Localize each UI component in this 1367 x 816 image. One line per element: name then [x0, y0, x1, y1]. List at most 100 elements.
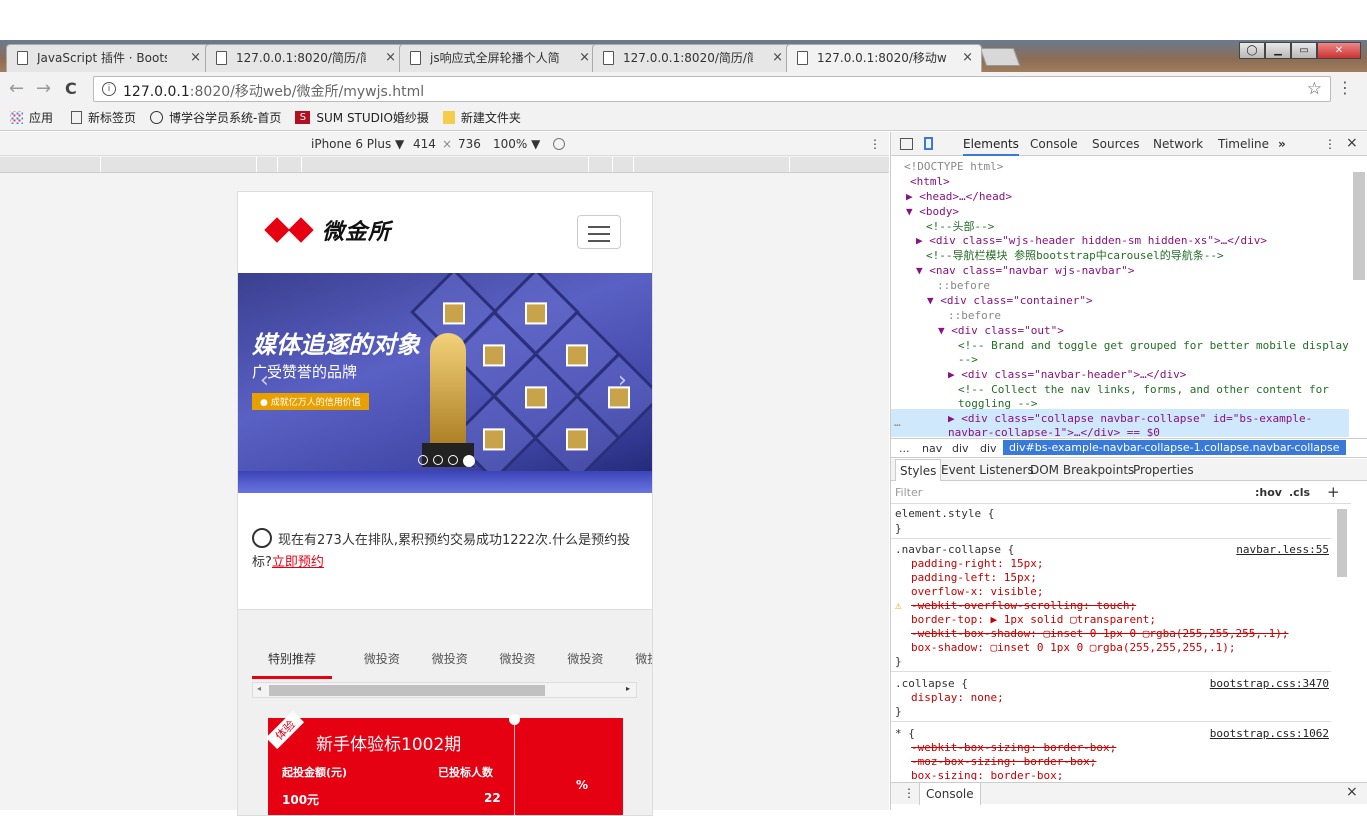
tab-microinvest[interactable]: 微投资	[500, 650, 536, 676]
dom-line[interactable]: toggling -->	[958, 396, 1037, 411]
address-bar[interactable]: i 127.0.0.1:8020/移动web/微金所/mywjs.html ☆	[93, 76, 1331, 102]
tab-microinvest[interactable]: 微投资	[567, 650, 603, 676]
browser-tab[interactable]: JavaScript 插件 · Bootst ×	[6, 44, 210, 72]
cls-toggle[interactable]: .cls	[1289, 486, 1310, 499]
console-menu-icon[interactable]: ⋮	[903, 786, 915, 800]
device-height[interactable]: 736	[458, 137, 481, 151]
bookmark-boxuegu[interactable]: 博学谷学员系统-首页	[150, 109, 281, 126]
rotate-icon[interactable]	[553, 138, 565, 150]
console-close-icon[interactable]: ×	[1346, 784, 1358, 800]
dom-line[interactable]: ▼ <body>	[906, 204, 959, 219]
dom-line[interactable]: ▼ <div class="out">	[938, 323, 1064, 338]
ruler-segment[interactable]	[633, 157, 634, 172]
css-declaration[interactable]: overflow-x: visible;	[911, 585, 1043, 599]
filter-input[interactable]: Filter	[895, 486, 922, 499]
browser-menu-icon[interactable]: ⋮	[1337, 78, 1353, 97]
carousel-next-icon[interactable]: ›	[618, 368, 627, 393]
device-width[interactable]: 414	[413, 137, 436, 151]
close-tab-icon[interactable]: ×	[772, 45, 783, 71]
close-tab-icon[interactable]: ×	[190, 45, 201, 71]
carousel-dot[interactable]	[418, 455, 428, 465]
dom-line[interactable]: <!-- Collect the nav links, forms, and o…	[958, 382, 1329, 397]
device-more-icon[interactable]: ⋮	[869, 137, 881, 151]
browser-tab[interactable]: 127.0.0.1:8020/简历/简... ×	[205, 44, 405, 72]
dom-line[interactable]: -->	[958, 352, 978, 367]
carousel-dot[interactable]	[433, 455, 443, 465]
ruler-segment[interactable]	[789, 157, 790, 172]
inspect-icon[interactable]	[900, 138, 913, 150]
carousel-prev-icon[interactable]: ‹	[260, 368, 269, 393]
scroll-left-icon[interactable]: ◂	[257, 684, 261, 693]
tab-microinvest[interactable]: 微投资	[364, 650, 400, 676]
css-declaration[interactable]: padding-left: 15px;	[911, 571, 1037, 585]
hov-toggle[interactable]: :hov	[1255, 486, 1282, 499]
css-declaration[interactable]: border-top: ▶ 1px solid ▢transparent;	[911, 613, 1156, 627]
close-tab-icon[interactable]: ×	[385, 45, 396, 71]
dom-line-selected[interactable]: navbar-collapse-1">…</div> == $0	[948, 425, 1160, 437]
scrollbar-thumb[interactable]	[269, 685, 545, 696]
dom-line[interactable]: <!DOCTYPE html>	[904, 159, 1003, 174]
back-icon[interactable]: ←	[9, 78, 24, 99]
dom-line[interactable]: ::before	[937, 278, 990, 293]
dom-line[interactable]: <!--头部-->	[926, 219, 994, 234]
styles-scrollbar[interactable]	[1337, 509, 1347, 577]
tab-microinvest[interactable]: 微投	[635, 650, 652, 676]
css-declaration-overridden[interactable]: -webkit-overflow-scrolling: touch;	[911, 599, 1136, 613]
rule-selector[interactable]: .collapse {	[895, 677, 968, 691]
breadcrumb-item-selected[interactable]: div#bs-example-navbar-collapse-1.collaps…	[1003, 440, 1346, 455]
carousel-dot-active[interactable]	[463, 455, 475, 467]
carousel-dot[interactable]	[448, 455, 458, 465]
close-tab-icon[interactable]: ×	[579, 45, 590, 71]
css-declaration[interactable]: box-shadow: ▢inset 0 1px 0 ▢rgba(255,255…	[911, 641, 1236, 655]
user-icon[interactable]: ◯	[1239, 42, 1265, 59]
info-icon[interactable]: i	[102, 82, 116, 96]
ruler-segment[interactable]	[256, 157, 257, 172]
css-declaration-overridden[interactable]: -webkit-box-shadow: ▢inset 0 1px 0 ▢rgba…	[911, 627, 1289, 641]
tab-console[interactable]: Console	[1030, 137, 1078, 151]
css-declaration[interactable]: box-sizing: border-box;	[911, 769, 1063, 780]
tab-special[interactable]: 特别推荐	[252, 650, 333, 679]
css-declaration-overridden[interactable]: -webkit-box-sizing: border-box;	[911, 741, 1116, 755]
dom-scrollbar[interactable]	[1353, 172, 1365, 280]
tab-event-listeners[interactable]: Event Listeners	[941, 463, 1034, 477]
dom-line[interactable]: <!-- Brand and toggle get grouped for be…	[958, 338, 1349, 353]
tab-elements[interactable]: Elements	[963, 137, 1019, 156]
product-card[interactable]: 体验 新手体验标1002期 起投金额(元) 已投标人数 100元 22 %	[265, 710, 623, 815]
ruler-segment[interactable]	[612, 157, 613, 172]
navbar-toggle-button[interactable]	[577, 215, 621, 249]
dom-line[interactable]: ▶ <head>…</head>	[906, 189, 1012, 204]
bookmark-apps[interactable]: 应用	[10, 109, 53, 126]
ruler-segment[interactable]	[100, 157, 101, 172]
browser-tab[interactable]: 127.0.0.1:8020/简历/简... ×	[592, 44, 792, 72]
devtools-close-icon[interactable]: ×	[1346, 135, 1358, 151]
close-tab-icon[interactable]: ×	[962, 45, 973, 71]
dom-line[interactable]: ▶ <div class="navbar-header">…</div>	[948, 367, 1186, 382]
reload-icon[interactable]: C	[65, 79, 77, 98]
tab-sources[interactable]: Sources	[1092, 137, 1139, 151]
carousel-banner[interactable]: 媒体追逐的对象 广受赞誉的品牌 ● 成就亿万人的信用价值 ‹ ›	[238, 273, 652, 493]
breadcrumb-item[interactable]: div	[980, 442, 997, 455]
media-query-ruler[interactable]	[0, 157, 889, 173]
forward-icon[interactable]: →	[36, 78, 51, 99]
breadcrumb-item[interactable]: ...	[899, 442, 910, 455]
device-mode-icon[interactable]	[924, 137, 933, 150]
css-declaration[interactable]: padding-right: 15px;	[911, 557, 1043, 571]
site-logo[interactable]: 微金所	[264, 214, 391, 246]
tab-dom-breakpoints[interactable]: DOM Breakpoints	[1030, 463, 1134, 477]
rule-source-link[interactable]: bootstrap.css:3470	[1210, 677, 1329, 691]
bookmark-star-icon[interactable]: ☆	[1307, 79, 1322, 99]
dom-line[interactable]: ▼ <nav class="navbar wjs-navbar">	[916, 263, 1135, 278]
browser-tab-active[interactable]: 127.0.0.1:8020/移动we ×	[786, 44, 982, 72]
tab-properties[interactable]: Properties	[1133, 463, 1194, 477]
bookmark-folder[interactable]: 新建文件夹	[442, 109, 521, 126]
tab-microinvest[interactable]: 微投资	[432, 650, 468, 676]
minimize-icon[interactable]: ▁	[1265, 42, 1291, 59]
devtools-menu-icon[interactable]: ⋮	[1324, 137, 1336, 151]
rule-selector[interactable]: .navbar-collapse {	[895, 543, 1014, 557]
dom-line[interactable]: ▶ <div class="wjs-header hidden-sm hidde…	[916, 233, 1267, 248]
reserve-now-link[interactable]: 立即预约	[272, 555, 324, 570]
ruler-segment[interactable]	[588, 157, 589, 172]
css-declaration-overridden[interactable]: -moz-box-sizing: border-box;	[911, 755, 1096, 769]
tab-styles[interactable]: Styles	[895, 459, 942, 481]
styles-pane[interactable]: element.style { } .navbar-collapse { nav…	[891, 505, 1331, 780]
